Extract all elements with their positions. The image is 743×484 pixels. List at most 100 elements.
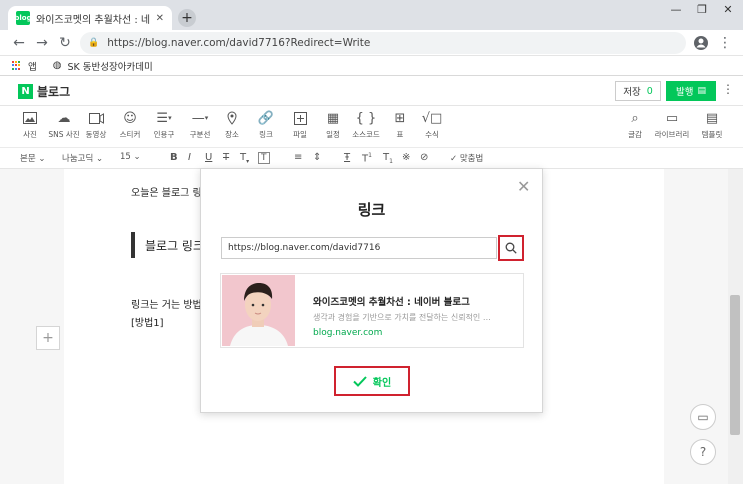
- close-icon[interactable]: ✕: [517, 177, 530, 196]
- superscript-icon[interactable]: T1: [362, 152, 372, 164]
- toolbar-template[interactable]: ▤ 템플릿: [692, 110, 732, 140]
- toolbar-label: 글감: [628, 130, 642, 139]
- naver-favicon-icon: blog: [14, 11, 32, 25]
- file-icon: [293, 110, 307, 126]
- toolbar-label: 일정: [326, 130, 340, 139]
- toolbar-label: 링크: [259, 130, 273, 139]
- link-dialog: ✕ 링크 와이즈코멧의 추월차선 : 네이버 블로그 생각과 경험을 기반으로 …: [200, 168, 543, 413]
- browser-tab[interactable]: blog 와이즈코멧의 추월차선 : 네이버 ✕: [8, 6, 172, 30]
- reload-button[interactable]: ↻: [56, 34, 74, 52]
- video-icon: [88, 110, 104, 126]
- paragraph-style-select[interactable]: 본문 ⌄: [20, 152, 45, 164]
- link-url-input[interactable]: [221, 237, 497, 259]
- document-icon: ▤: [697, 86, 706, 96]
- font-color-icon[interactable]: T▾: [240, 152, 249, 165]
- code-icon: { }: [355, 110, 377, 126]
- tab-title: 와이즈코멧의 추월차선 : 네이버: [36, 14, 150, 26]
- line-height-icon[interactable]: ⇕: [313, 152, 321, 163]
- preview-thumbnail: [222, 275, 295, 346]
- new-tab-button[interactable]: +: [178, 9, 196, 27]
- toolbar-label: 수식: [425, 130, 439, 139]
- spellcheck-button[interactable]: ✓ 맞춤법: [450, 152, 483, 164]
- confirm-button[interactable]: 확인: [334, 366, 410, 396]
- toolbar-label: 소스코드: [352, 130, 380, 139]
- toolbar-label: 동영상: [85, 130, 107, 139]
- bookmark-apps[interactable]: 앱: [28, 59, 37, 73]
- letter-spacing-icon[interactable]: Ŧ: [344, 152, 350, 163]
- scrollbar-thumb[interactable]: [730, 295, 740, 435]
- editor-toolbar: 사진 ☁ SNS 사진 동영상 ☺ 스티커 ☰ ▾ 인용구 — ▾ 구분선 장소 🔗…: [0, 106, 743, 148]
- library-icon: ▭: [665, 110, 679, 126]
- browser-menu-icon[interactable]: ⋮: [716, 34, 734, 52]
- divider-icon: — ▾: [191, 110, 209, 126]
- editor-line[interactable]: [방법1]: [131, 314, 164, 329]
- editor-line[interactable]: 링크는 거는 방법: [131, 296, 202, 311]
- toolbar-material[interactable]: ⌕ 글감: [615, 110, 655, 140]
- strikethrough-icon[interactable]: T: [223, 152, 229, 163]
- editor-line[interactable]: 오늘은 블로그 링: [131, 184, 202, 199]
- link-search-button[interactable]: [498, 235, 524, 261]
- toolbar-label: 스티커: [119, 130, 141, 139]
- apps-grid-icon[interactable]: [12, 60, 22, 71]
- tab-close-icon[interactable]: ✕: [156, 13, 164, 24]
- forward-button[interactable]: →: [33, 34, 51, 52]
- search-icon: [505, 242, 517, 254]
- quote-bar: [131, 232, 135, 258]
- subscript-icon[interactable]: T1: [383, 152, 393, 165]
- calendar-icon: ▦: [326, 110, 340, 126]
- publish-label: 발행: [676, 87, 694, 98]
- preview-title: 와이즈코멧의 추월차선 : 네이버 블로그: [313, 297, 470, 308]
- editor-quote[interactable]: 블로그 링크: [145, 237, 204, 254]
- url-field[interactable]: 🔒 https://blog.naver.com/david7716?Redir…: [80, 32, 686, 54]
- link-preview-card[interactable]: 와이즈코멧의 추월차선 : 네이버 블로그 생각과 경험을 기반으로 가치를 전…: [220, 273, 524, 348]
- check-icon: [353, 375, 367, 387]
- format-link-icon[interactable]: ⊘: [420, 152, 428, 163]
- bookmark-sk-academy[interactable]: SK 동반성장아카데미: [67, 59, 152, 73]
- toolbar-library[interactable]: ▭ 라이브러리: [652, 110, 692, 140]
- monitor-icon[interactable]: ▭: [690, 404, 716, 430]
- template-icon: ▤: [705, 110, 719, 126]
- toolbar-formula[interactable]: √□ 수식: [412, 110, 452, 140]
- maximize-button[interactable]: ❐: [688, 2, 716, 16]
- toolbar-label: 라이브러리: [654, 130, 690, 139]
- help-icon[interactable]: ?: [690, 439, 716, 465]
- table-icon: ⊞: [394, 110, 406, 126]
- close-window-button[interactable]: ✕: [714, 2, 742, 16]
- font-value: 나눔고딕: [62, 154, 94, 164]
- bookmarks-bar: 앱 ◍ SK 동반성장아카데미: [0, 56, 743, 76]
- underline-icon[interactable]: U: [205, 152, 212, 163]
- toolbar-label: 사진: [23, 130, 37, 139]
- toolbar-label: 구분선: [189, 130, 211, 139]
- add-block-button[interactable]: +: [36, 326, 60, 350]
- toolbar-label: 파일: [293, 130, 307, 139]
- photo-icon: [23, 110, 37, 126]
- toolbar-quote[interactable]: ☰ ▾ 인용구: [144, 110, 184, 140]
- special-char-icon[interactable]: ※: [402, 152, 410, 163]
- naver-n-icon: N: [18, 84, 33, 99]
- bold-icon[interactable]: B: [170, 152, 178, 163]
- url-text: https://blog.naver.com/david7716?Redirec…: [107, 37, 371, 49]
- minimize-button[interactable]: —: [662, 2, 690, 16]
- font-select[interactable]: 나눔고딕 ⌄: [62, 152, 103, 164]
- font-size-select[interactable]: 15 ⌄: [120, 152, 141, 162]
- back-button[interactable]: ←: [10, 34, 28, 52]
- profile-icon[interactable]: [692, 34, 710, 52]
- blog-logo[interactable]: N 블로그: [18, 83, 70, 100]
- font-size-value: 15: [120, 152, 131, 162]
- confirm-label: 확인: [372, 377, 392, 389]
- sticker-icon: ☺: [123, 110, 137, 126]
- italic-icon[interactable]: I: [188, 152, 191, 163]
- more-options-icon[interactable]: ⋮: [722, 82, 734, 96]
- globe-icon: ◍: [52, 60, 62, 71]
- paragraph-style-value: 본문: [20, 154, 36, 164]
- align-icon[interactable]: ≡: [294, 152, 302, 163]
- blog-header: N 블로그 저장 0 발행 ▤ ⋮: [0, 76, 743, 106]
- save-button[interactable]: 저장 0: [615, 81, 661, 101]
- spellcheck-label: 맞춤법: [459, 154, 484, 164]
- background-color-icon[interactable]: T: [258, 152, 270, 164]
- lock-icon: 🔒: [88, 38, 100, 48]
- chevron-down-icon: ⌄: [38, 154, 46, 164]
- toolbar-label: 표: [396, 130, 404, 139]
- browser-tabstrip: blog 와이즈코멧의 추월차선 : 네이버 ✕ + — ❐ ✕: [0, 0, 743, 30]
- publish-button[interactable]: 발행 ▤: [666, 81, 716, 101]
